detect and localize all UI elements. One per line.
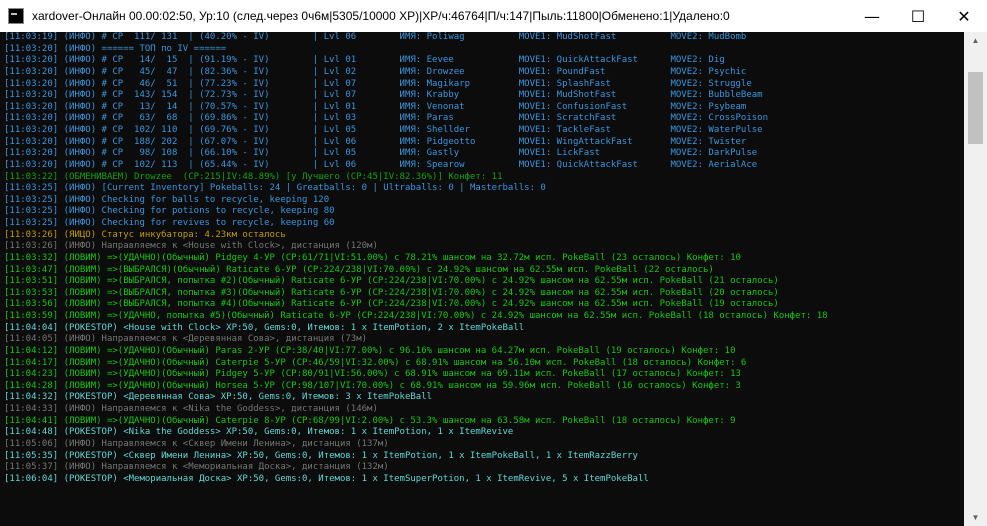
console-line: [11:05:37] (ИНФО) Направляемся к <Мемори… [4, 462, 389, 473]
console-line: [11:03:32] (ЛОВИМ) =>(УДАЧНО)(Обычный) P… [4, 252, 741, 263]
console-line: [11:03:20] (ИНФО) # CP 98/ 108 | (66.10%… [4, 148, 758, 159]
console-line: [11:03:22] (ОБМЕНИВАЕМ) Drowzee (CP:215|… [4, 171, 503, 182]
console-line: [11:04:48] (POKESTOP) <Nika the Goddess>… [4, 427, 514, 438]
console-line: [11:03:25] (ИНФО) Checking for revives t… [4, 218, 335, 228]
console-line: [11:04:12] (ЛОВИМ) =>(УДАЧНО)(Обычный) P… [4, 345, 736, 356]
console-line: [11:03:20] (ИНФО) # CP 143/ 154 | (72.73… [4, 90, 763, 101]
console-line: [11:05:35] (POKESTOP) <Сквер Имени Ленин… [4, 450, 638, 461]
console-line: [11:03:20] (ИНФО) # CP 102/ 110 | (69.76… [4, 125, 763, 135]
console-output[interactable]: [11:03:19] (ИНФО) # CP 111/ 131 | (40.20… [0, 32, 964, 526]
console-window: xardover-Онлайн 00.00:02:50, Ур:10 (след… [0, 0, 987, 526]
scroll-up-icon: ▲ [971, 36, 980, 45]
console-line: [11:03:20] (ИНФО) # CP 46/ 51 | (77.23% … [4, 78, 752, 89]
console-line: [11:03:25] (ИНФО) Checking for potions t… [4, 206, 335, 217]
console-line: [11:03:26] (ИНФО) Направляемся к <House … [4, 241, 378, 252]
window-title: xardover-Онлайн 00.00:02:50, Ур:10 (след… [32, 9, 730, 23]
console-line: [11:03:25] (ИНФО) Checking for balls to … [4, 194, 330, 205]
console-line: [11:03:20] (ИНФО) # CP 102/ 113 | (65.44… [4, 159, 758, 170]
console-line: [11:05:06] (ИНФО) Направляемся к <Сквер … [4, 438, 389, 449]
scroll-up-button[interactable]: ▲ [964, 32, 987, 49]
console-line: [11:06:04] (POKESTOP) <Мемориальная Доск… [4, 473, 649, 484]
scrollbar-thumb[interactable] [968, 72, 983, 144]
console-line: [11:04:33] (ИНФО) Направляемся к <Nika t… [4, 404, 378, 414]
console-line: [11:03:53] (ЛОВИМ) =>(ВЫБРАЛСЯ, попытка … [4, 287, 779, 298]
console-line: [11:04:23] (ЛОВИМ) =>(УДАЧНО)(Обычный) P… [4, 369, 741, 380]
console-line: [11:03:26] (ЯЙЦО) Статус инкубатора: 4.2… [4, 229, 286, 240]
console-line: [11:03:20] (ИНФО) # CP 188/ 202 | (67.07… [4, 136, 747, 147]
close-button[interactable]: ✕ [941, 0, 987, 32]
console-line: [11:04:17] (ЛОВИМ) =>(УДАЧНО)(Обычный) C… [4, 357, 747, 368]
console-line: [11:03:19] (ИНФО) # CP 111/ 131 | (40.20… [4, 32, 747, 42]
maximize-icon: ☐ [910, 6, 926, 26]
console-app-icon [8, 8, 24, 24]
console-line: [11:03:20] (ИНФО) # CP 45/ 47 | (82.36% … [4, 66, 747, 77]
console-line: [11:03:59] (ЛОВИМ) =>(УДАЧНО, попытка #5… [4, 311, 828, 321]
console-line: [11:03:56] (ЛОВИМ) =>(ВЫБРАЛСЯ, попытка … [4, 299, 779, 310]
minimize-button[interactable]: — [849, 0, 895, 32]
console-line: [11:03:25] (ИНФО) [Current Inventory] Po… [4, 183, 546, 194]
console-line: [11:03:20] (ИНФО) # CP 13/ 14 | (70.57% … [4, 101, 747, 112]
console-line: [11:03:51] (ЛОВИМ) =>(ВЫБРАЛСЯ, попытка … [4, 276, 779, 287]
console-line: [11:04:41] (ЛОВИМ) =>(УДАЧНО)(Обычный) C… [4, 415, 736, 426]
scroll-down-icon: ▼ [971, 513, 980, 522]
console-line: [11:04:05] (ИНФО) Направляемся к <Деревя… [4, 334, 368, 345]
console-line: [11:03:20] (ИНФО) ====== ТОП по IV =====… [4, 43, 227, 54]
console-line: [11:04:04] (POKESTOP) <House with Clock>… [4, 322, 525, 333]
console-line: [11:04:28] (ЛОВИМ) =>(УДАЧНО)(Обычный) H… [4, 380, 741, 391]
console-lines: [11:03:19] (ИНФО) # CP 111/ 131 | (40.20… [4, 32, 964, 485]
maximize-button[interactable]: ☐ [895, 0, 941, 32]
console-line: [11:04:32] (POKESTOP) <Деревянная Сова> … [4, 392, 433, 403]
console-line: [11:03:20] (ИНФО) # CP 63/ 68 | (69.86% … [4, 113, 769, 124]
close-icon: ✕ [957, 6, 971, 26]
title-bar[interactable]: xardover-Онлайн 00.00:02:50, Ур:10 (след… [0, 0, 987, 32]
console-line: [11:03:20] (ИНФО) # CP 14/ 15 | (91.19% … [4, 55, 725, 66]
console-line: [11:03:47] (ЛОВИМ) =>(ВЫБРАЛСЯ)(Обычный)… [4, 264, 714, 275]
minimize-icon: — [864, 6, 880, 26]
vertical-scrollbar[interactable]: ▲ ▼ [964, 32, 987, 526]
scroll-down-button[interactable]: ▼ [964, 509, 987, 526]
